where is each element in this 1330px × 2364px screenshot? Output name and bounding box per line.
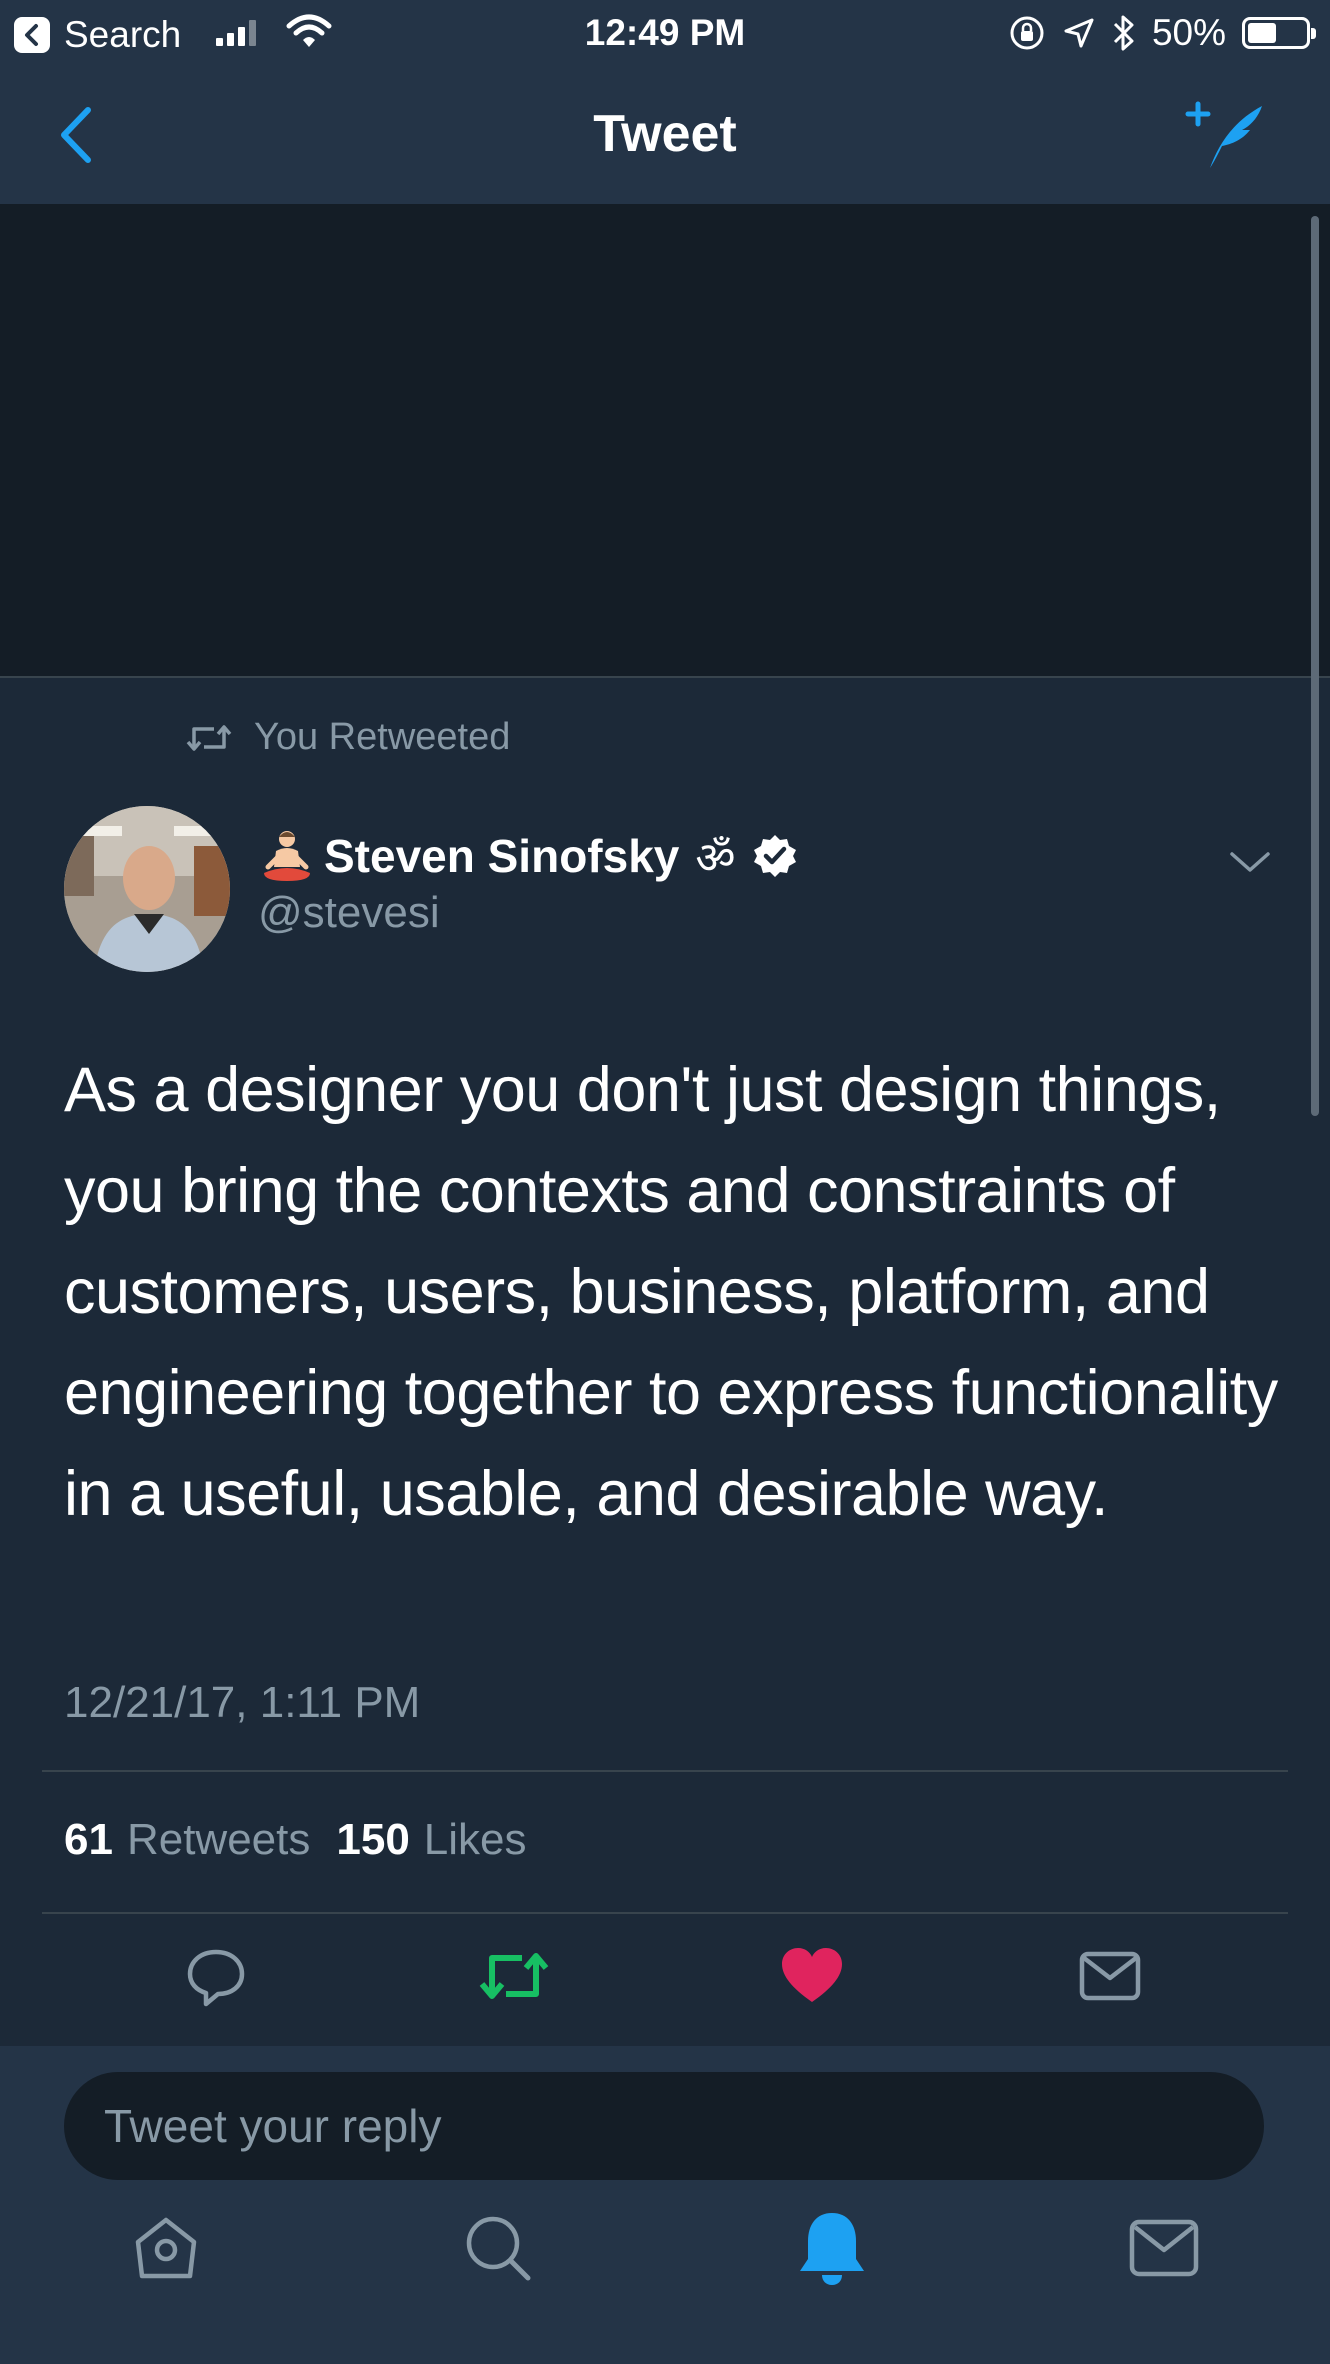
- author-name: Steven Sinofsky: [324, 830, 680, 882]
- status-bar: Search 12:49 PM 50%: [0, 0, 1330, 66]
- retweets-count[interactable]: 61: [64, 1815, 113, 1865]
- author-handle[interactable]: @stevesi: [258, 888, 440, 938]
- status-right-icons: 50%: [1008, 12, 1316, 54]
- retweet-icon: [479, 1953, 549, 1999]
- author-line[interactable]: Steven Sinofsky ॐ: [258, 826, 798, 886]
- battery-icon: [1242, 17, 1316, 49]
- tweet-actions: [0, 1940, 1330, 2020]
- retweet-icon: [186, 724, 232, 751]
- tweet-text: As a designer you don't just design thin…: [64, 1055, 1278, 1529]
- heart-icon: [782, 1948, 842, 2002]
- likes-label[interactable]: Likes: [424, 1815, 527, 1865]
- person-in-lotus-position-icon: [264, 831, 310, 881]
- retweet-context: You Retweeted: [186, 716, 510, 759]
- page-title: Tweet: [593, 105, 737, 163]
- avatar[interactable]: [64, 806, 230, 972]
- chevron-down-icon[interactable]: [1228, 848, 1272, 876]
- verified-badge-icon: [753, 835, 796, 877]
- envelope-icon: [1079, 1951, 1141, 2001]
- divider: [42, 1912, 1288, 1914]
- bell-icon: [800, 2213, 864, 2285]
- tab-search[interactable]: [448, 2198, 548, 2298]
- author-name-suffix: ॐ: [695, 833, 736, 884]
- divider: [42, 1770, 1288, 1772]
- compose-tweet-icon[interactable]: [1180, 96, 1270, 176]
- retweets-label[interactable]: Retweets: [127, 1815, 310, 1865]
- search-icon: [466, 2216, 531, 2281]
- tab-notifications[interactable]: [782, 2198, 882, 2298]
- envelope-icon: [1129, 2219, 1199, 2277]
- tab-messages[interactable]: [1114, 2198, 1214, 2298]
- battery-percent: 50%: [1151, 12, 1226, 53]
- tab-home[interactable]: [116, 2198, 216, 2298]
- tweet-stats: 61 Retweets 150 Likes: [64, 1815, 527, 1865]
- tab-bar: [0, 2198, 1330, 2318]
- tweet-detail-screen: Search 12:49 PM 50% Tweet You Retweeted …: [0, 0, 1330, 2364]
- reply-button[interactable]: [180, 1940, 252, 2012]
- retweet-button[interactable]: [478, 1940, 550, 2012]
- media-placeholder: [0, 206, 1330, 678]
- likes-count[interactable]: 150: [336, 1815, 409, 1865]
- bluetooth-icon: [1113, 15, 1134, 51]
- reply-icon: [187, 1949, 245, 2007]
- location-icon: [1064, 18, 1094, 48]
- reply-input[interactable]: [64, 2072, 1264, 2180]
- tweet-timestamp: 12/21/17, 1:11 PM: [64, 1678, 421, 1727]
- home-icon: [135, 2217, 197, 2279]
- nav-bar: Tweet: [0, 66, 1330, 206]
- retweet-context-label: You Retweeted: [254, 716, 511, 758]
- share-via-message-button[interactable]: [1074, 1940, 1146, 2012]
- scrollbar[interactable]: [1311, 216, 1319, 1116]
- like-button[interactable]: [776, 1940, 848, 2012]
- orientation-lock-icon: [1010, 16, 1044, 50]
